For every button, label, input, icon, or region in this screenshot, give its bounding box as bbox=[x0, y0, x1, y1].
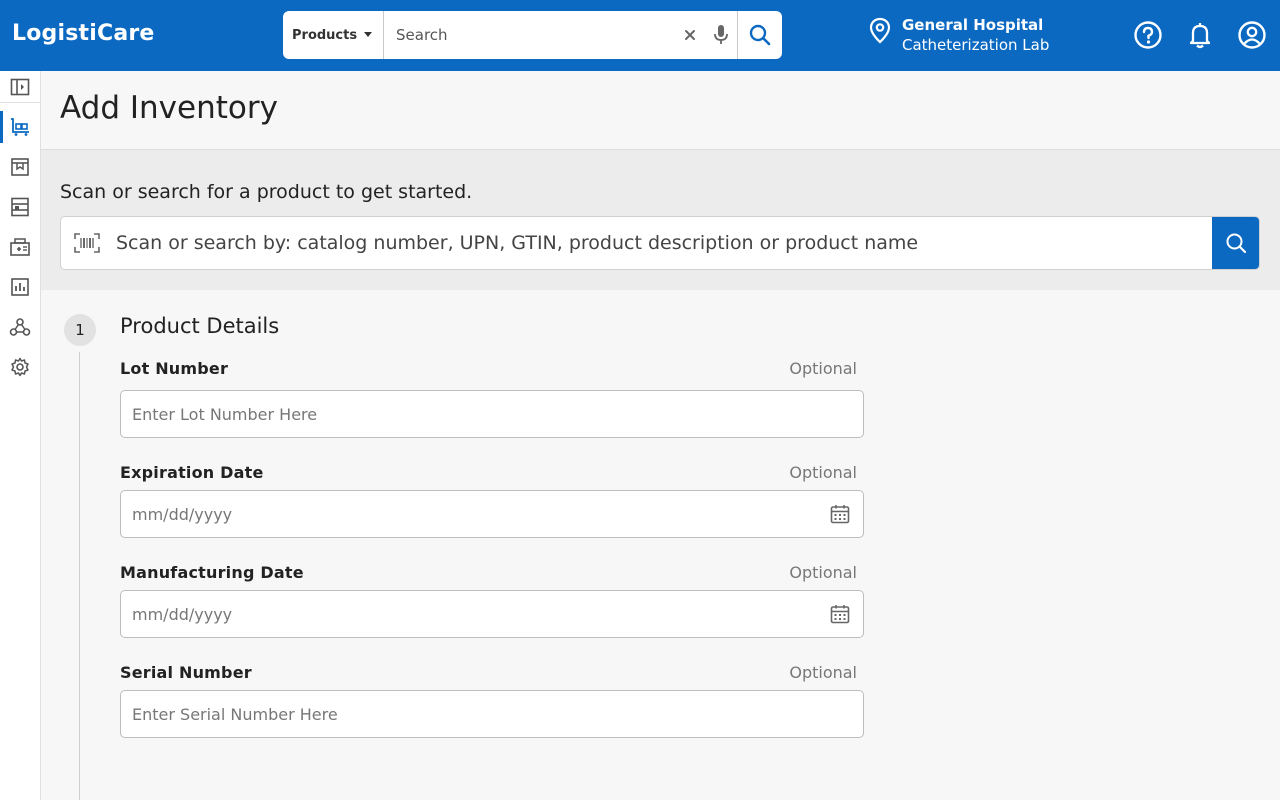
global-search-button[interactable] bbox=[737, 11, 782, 59]
sidebar-item-settings[interactable] bbox=[0, 347, 40, 387]
sidebar-item-locations[interactable] bbox=[0, 187, 40, 227]
manufacturing-date-optional: Optional bbox=[789, 563, 857, 582]
sidebar-item-procedures[interactable] bbox=[0, 227, 40, 267]
gear-icon bbox=[11, 357, 29, 377]
sidebar-divider bbox=[0, 102, 40, 103]
sidebar-item-add-inventory[interactable] bbox=[0, 107, 40, 147]
manufacturing-date-label: Manufacturing Date bbox=[120, 563, 304, 582]
medical-kit-icon bbox=[10, 238, 30, 256]
sidebar-item-reports[interactable] bbox=[0, 267, 40, 307]
microphone-icon[interactable] bbox=[705, 11, 737, 59]
serial-number-input[interactable] bbox=[120, 690, 864, 738]
reports-icon bbox=[11, 278, 29, 296]
product-search-button[interactable] bbox=[1212, 217, 1259, 269]
product-scan-search bbox=[60, 216, 1260, 270]
cart-icon bbox=[11, 118, 29, 136]
expiration-date-label: Expiration Date bbox=[120, 463, 264, 482]
help-icon[interactable] bbox=[1133, 20, 1163, 50]
search-scope-label: Products bbox=[292, 27, 358, 43]
location-selector[interactable]: General Hospital Catheterization Lab bbox=[868, 15, 1049, 55]
section-title: Product Details bbox=[120, 314, 280, 338]
lot-number-input[interactable] bbox=[120, 390, 864, 438]
serial-number-label: Serial Number bbox=[120, 663, 252, 682]
search-icon bbox=[749, 24, 771, 46]
lot-number-optional: Optional bbox=[789, 359, 857, 378]
step-number-badge: 1 bbox=[64, 314, 96, 346]
top-navigation-bar: LogistiCare Products General Hospital Ca… bbox=[0, 0, 1280, 71]
shelves-icon bbox=[11, 197, 29, 217]
inventory-icon bbox=[11, 158, 29, 176]
barcode-scan-icon bbox=[74, 233, 100, 253]
integrations-icon bbox=[9, 318, 31, 336]
app-logo[interactable]: LogistiCare bbox=[12, 21, 155, 46]
sidebar bbox=[0, 71, 41, 800]
lot-number-label: Lot Number bbox=[120, 359, 229, 378]
page-title: Add Inventory bbox=[60, 90, 278, 126]
search-scope-dropdown[interactable]: Products bbox=[283, 11, 384, 59]
calendar-icon[interactable] bbox=[830, 504, 850, 524]
global-search-input[interactable] bbox=[384, 11, 675, 59]
panel-toggle-icon bbox=[10, 78, 30, 96]
sidebar-toggle[interactable] bbox=[0, 67, 40, 107]
location-pin-icon bbox=[869, 17, 891, 44]
expiration-date-input[interactable] bbox=[120, 490, 864, 538]
bell-icon[interactable] bbox=[1185, 20, 1215, 50]
sidebar-item-inventory[interactable] bbox=[0, 147, 40, 187]
manufacturing-date-input[interactable] bbox=[120, 590, 864, 638]
calendar-icon[interactable] bbox=[830, 604, 850, 624]
step-connector-line bbox=[79, 352, 80, 800]
product-scan-input[interactable] bbox=[116, 217, 1211, 269]
clear-search-icon[interactable] bbox=[675, 11, 705, 59]
sidebar-item-integrations[interactable] bbox=[0, 307, 40, 347]
caret-down-icon bbox=[364, 32, 372, 37]
location-name: General Hospital bbox=[902, 16, 1044, 34]
scan-prompt: Scan or search for a product to get star… bbox=[60, 181, 473, 203]
location-sub: Catheterization Lab bbox=[902, 36, 1050, 54]
global-search: Products bbox=[283, 11, 782, 59]
serial-number-optional: Optional bbox=[789, 663, 857, 682]
expiration-date-optional: Optional bbox=[789, 463, 857, 482]
search-icon bbox=[1226, 233, 1246, 254]
user-account-icon[interactable] bbox=[1237, 20, 1267, 50]
